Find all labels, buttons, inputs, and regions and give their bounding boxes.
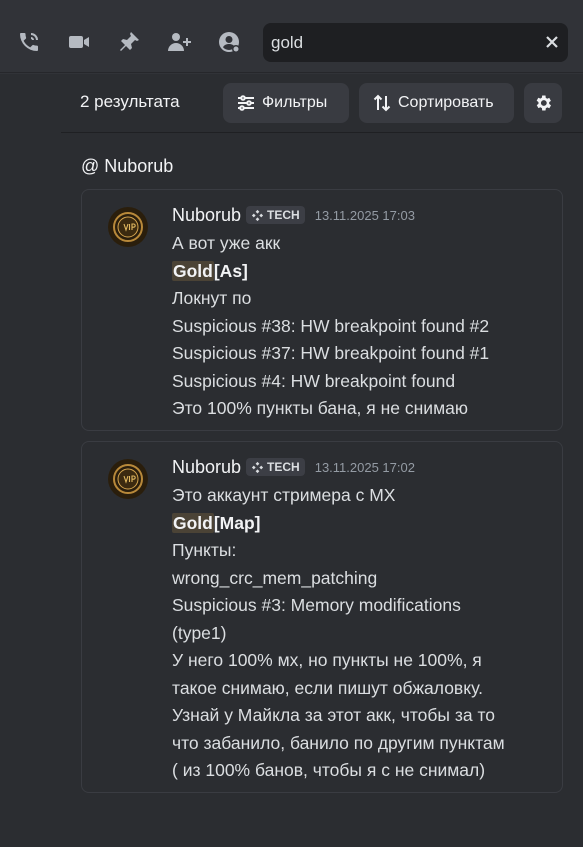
message-line: А вот уже акк: [172, 233, 281, 253]
sort-icon: [373, 94, 391, 112]
message-header: Nuborub TECH 13.11.2025 17:02: [172, 456, 415, 478]
tag-icon: [251, 209, 264, 221]
message-line: Gold[Map]: [172, 510, 552, 538]
message-line: Suspicious #4: HW breakpoint found: [172, 370, 456, 391]
call-icon[interactable]: [16, 29, 42, 55]
author-name[interactable]: Nuborub: [172, 205, 241, 226]
server-tag-label: TECH: [267, 460, 300, 474]
filters-label: Фильтры: [262, 94, 328, 111]
video-icon[interactable]: [66, 29, 92, 55]
message-timestamp: 13.11.2025 17:02: [314, 459, 415, 475]
gear-icon: [536, 95, 551, 111]
search-highlight: Gold: [172, 512, 214, 533]
search-highlight: Gold: [172, 260, 214, 281]
message-header: Nuborub TECH 13.11.2025 17:03: [172, 204, 415, 226]
search-input[interactable]: [271, 23, 531, 62]
server-tag-label: TECH: [267, 208, 300, 222]
search-box[interactable]: [263, 23, 568, 62]
filters-button[interactable]: Фильтры: [223, 83, 349, 123]
message-line: Пункты:: [172, 540, 237, 560]
results-header: 2 результата Фильтры Сортировать: [61, 74, 583, 133]
sort-button[interactable]: Сортировать: [359, 83, 514, 123]
message-line: У него 100% мх, но пункты не 100%, я: [172, 650, 482, 670]
message-line: такое снимаю, если пишут обжаловку.: [172, 677, 483, 698]
sort-label: Сортировать: [398, 94, 494, 111]
message-line: Это аккаунт стримера с МХ: [172, 485, 396, 505]
message-line: Suspicious #3: Memory modifications: [172, 595, 461, 615]
avatar[interactable]: [108, 459, 148, 499]
server-tag[interactable]: TECH: [246, 206, 305, 224]
clear-search-icon[interactable]: [542, 32, 562, 52]
message-content: А вот уже акк Gold[As] Локнут по Suspici…: [172, 230, 552, 423]
server-tag[interactable]: TECH: [246, 458, 305, 476]
search-result-card[interactable]: Nuborub TECH 13.11.2025 17:02 Это аккаун…: [81, 441, 563, 793]
top-toolbar: [0, 0, 583, 73]
message-line: wrong_crc_mem_patching: [172, 567, 378, 588]
message-line: что забанило, банило по другим пунктам: [172, 732, 505, 753]
filters-icon: [238, 95, 254, 111]
message-content: Это аккаунт стримера с МХ Gold[Map] Пунк…: [172, 482, 552, 785]
channel-sidebar: [0, 74, 61, 847]
author-name[interactable]: Nuborub: [172, 457, 241, 478]
highlight-rest: [As]: [213, 260, 248, 281]
message-line: Suspicious #38: HW breakpoint found #2: [172, 315, 490, 336]
avatar[interactable]: [108, 207, 148, 247]
add-member-icon[interactable]: [166, 29, 192, 55]
tag-icon: [251, 461, 264, 473]
settings-button[interactable]: [524, 83, 562, 123]
search-results-panel: 2 результата Фильтры Сортировать @ Nubor…: [61, 74, 583, 847]
pin-icon[interactable]: [116, 29, 142, 55]
result-count: 2 результата: [80, 92, 180, 111]
highlight-rest: [Map]: [213, 512, 261, 533]
message-line: Gold[As]: [172, 258, 552, 286]
message-line: (type1): [172, 622, 227, 643]
message-line: ( из 100% банов, чтобы я с не снимал): [172, 760, 486, 780]
channel-label: @ Nuborub: [81, 156, 174, 176]
message-line: Узнай у Майкла за этот акк, чтобы за то: [172, 705, 496, 725]
vip-badge-icon: [109, 460, 147, 498]
search-result-card[interactable]: Nuborub TECH 13.11.2025 17:03 А вот уже …: [81, 189, 563, 431]
message-line: Это 100% пункты бана, я не снимаю: [172, 398, 468, 418]
vip-badge-icon: [109, 208, 147, 246]
message-line: Локнут по: [172, 288, 252, 308]
message-timestamp: 13.11.2025 17:03: [314, 207, 415, 223]
profile-icon[interactable]: [216, 29, 242, 55]
message-line: Suspicious #37: HW breakpoint found #1: [172, 343, 490, 363]
